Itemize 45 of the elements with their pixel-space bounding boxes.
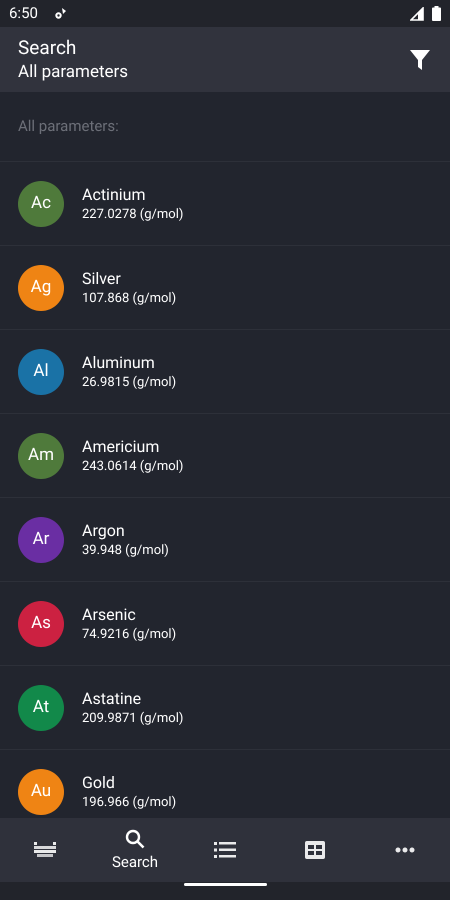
element-symbol: Ag — [18, 264, 64, 310]
atomic-mass: 107.868 (g/mol) — [82, 290, 176, 308]
filter-icon — [410, 48, 430, 70]
status-time: 6:50 — [9, 3, 38, 24]
header-subtitle: All parameters — [18, 60, 130, 84]
element-row[interactable]: As Arsenic 74.9216 (g/mol) — [0, 582, 450, 666]
table-icon — [34, 842, 56, 858]
element-name: Actinium — [82, 184, 147, 206]
element-name: Silver — [82, 268, 122, 290]
filter-button[interactable] — [408, 48, 432, 72]
element-symbol: Ac — [18, 180, 64, 226]
element-name: Astatine — [82, 688, 142, 710]
atomic-mass: 209.9871 (g/mol) — [82, 710, 184, 728]
element-row[interactable]: Am Americium 243.0614 (g/mol) — [0, 414, 450, 498]
battery-icon — [432, 6, 441, 21]
signal-icon — [410, 6, 424, 20]
element-symbol: Ar — [18, 516, 64, 562]
atomic-mass: 196.966 (g/mol) — [82, 794, 176, 812]
element-name: Americium — [82, 436, 160, 458]
list-icon — [214, 841, 236, 859]
element-symbol: Al — [18, 348, 64, 394]
element-symbol: As — [18, 600, 64, 646]
section-label: All parameters: — [18, 116, 119, 138]
atomic-mass: 26.9815 (g/mol) — [82, 374, 176, 392]
grid-icon — [304, 840, 326, 860]
element-row[interactable]: At Astatine 209.9871 (g/mol) — [0, 666, 450, 750]
element-name: Argon — [82, 520, 126, 542]
atomic-mass: 243.0614 (g/mol) — [82, 458, 184, 476]
element-row[interactable]: Al Aluminum 26.9815 (g/mol) — [0, 330, 450, 414]
atomic-mass: 74.9216 (g/mol) — [82, 626, 176, 644]
element-symbol: Am — [18, 432, 64, 478]
element-symbol: At — [18, 684, 64, 730]
element-row[interactable]: Ac Actinium 227.0278 (g/mol) — [0, 162, 450, 246]
nav-tab[interactable]: Search — [90, 818, 180, 882]
element-name: Arsenic — [82, 604, 137, 626]
element-name: Gold — [82, 772, 116, 794]
header-title: Search — [18, 36, 78, 60]
atomic-mass: 39.948 (g/mol) — [82, 542, 169, 560]
atomic-mass: 227.0278 (g/mol) — [82, 206, 184, 224]
search-icon — [125, 829, 145, 849]
element-row[interactable]: Ag Silver 107.868 (g/mol) — [0, 246, 450, 330]
element-name: Aluminum — [82, 352, 156, 374]
element-row[interactable]: Ar Argon 39.948 (g/mol) — [0, 498, 450, 582]
more-icon — [395, 847, 415, 853]
element-symbol: Au — [18, 768, 64, 814]
